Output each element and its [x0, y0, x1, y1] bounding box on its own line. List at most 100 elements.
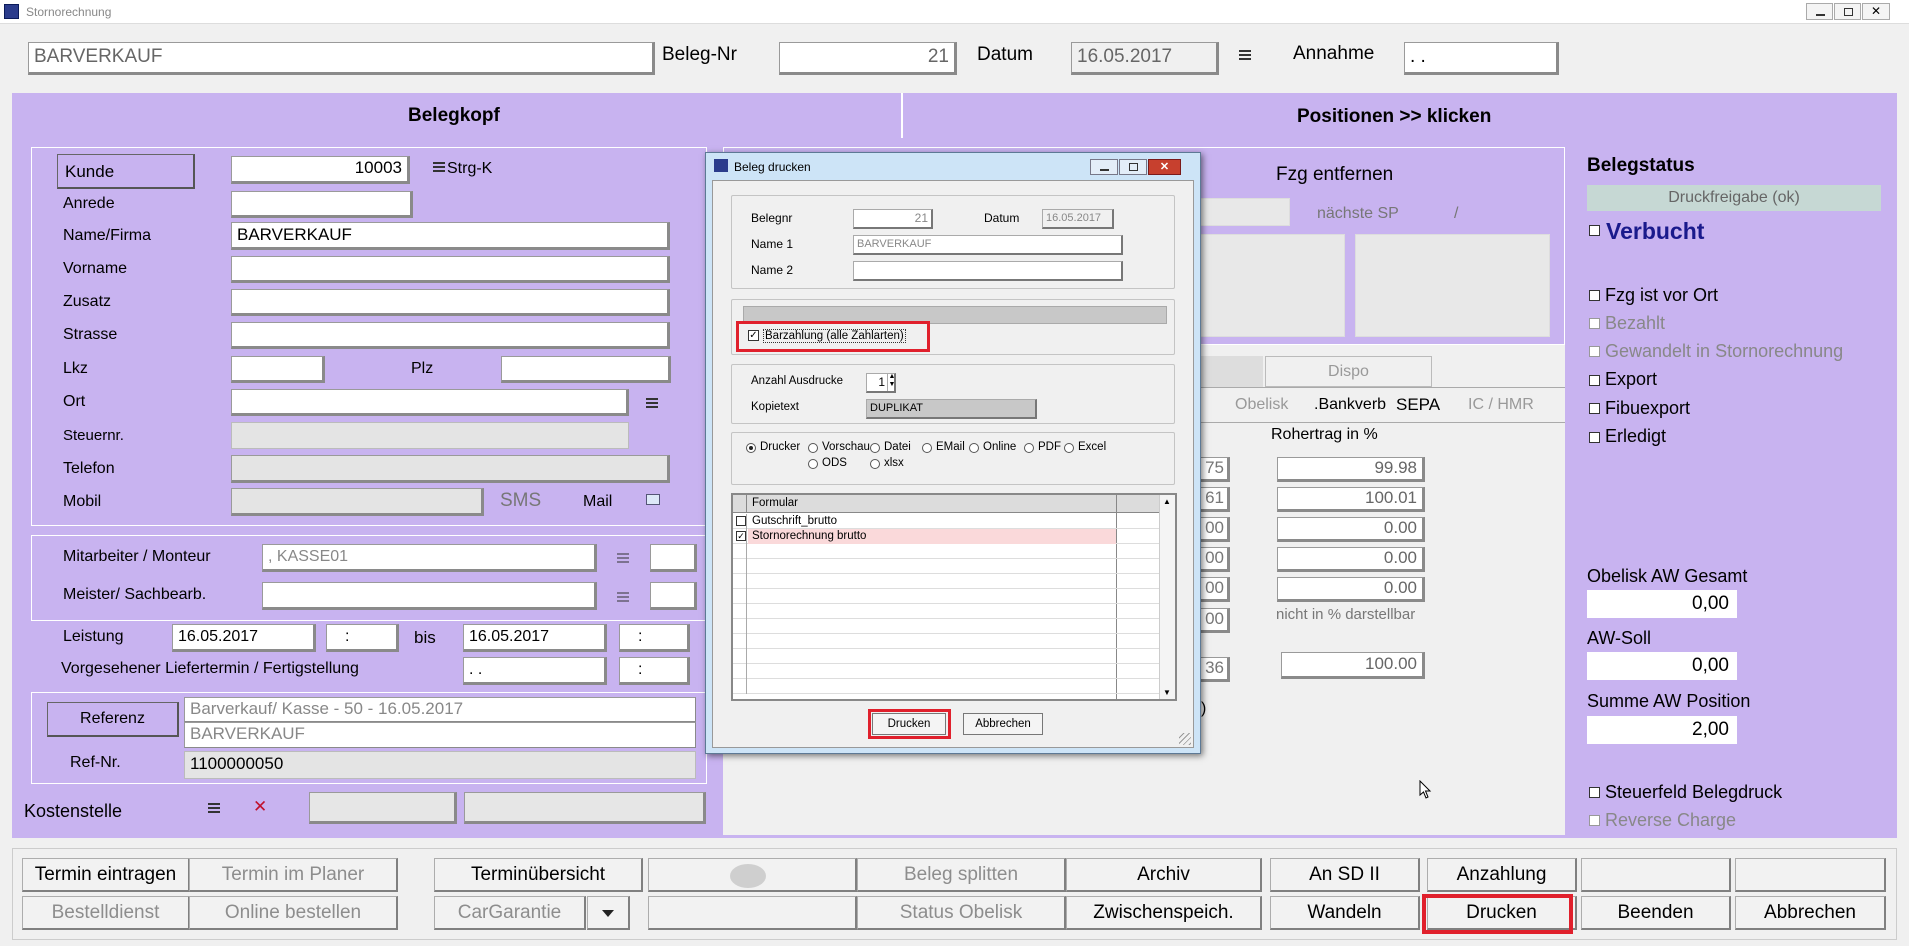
formular-checkbox[interactable]: ✓ [736, 531, 746, 541]
strg-k-menu-icon[interactable] [433, 162, 445, 172]
rohertrag-field[interactable]: 0.00 [1277, 547, 1425, 572]
liefertermin-time[interactable]: : [619, 657, 690, 685]
rohertrag-field[interactable]: 99.98 [1277, 457, 1425, 482]
output-radio-datei[interactable] [870, 443, 880, 453]
vehicle-field[interactable] [1190, 198, 1290, 226]
referenz-line2[interactable]: BARVERKAUF [184, 722, 696, 748]
output-radio-ods[interactable] [808, 459, 818, 469]
mitarbeiter-extra-field[interactable] [650, 544, 697, 572]
leistung-to-time[interactable]: : [619, 624, 690, 652]
formular-scrollbar[interactable]: ▲ ▼ [1159, 495, 1175, 699]
dialog-maximize-button[interactable] [1119, 159, 1147, 175]
bottom-button-r2-2[interactable]: CarGarantie [434, 896, 586, 930]
liefertermin-field[interactable]: . . [463, 657, 607, 685]
rohertrag-field[interactable]: 100.01 [1277, 487, 1425, 512]
fibuexport-checkbox[interactable] [1589, 403, 1600, 414]
bottom-button-r1-8[interactable] [1581, 858, 1731, 892]
bottom-button-r2-3[interactable] [648, 896, 857, 930]
steuerfeld-checkbox[interactable] [1589, 787, 1600, 798]
total-rohertrag-field[interactable]: 100.00 [1281, 652, 1425, 679]
formular-row[interactable] [733, 574, 1159, 589]
ort-field[interactable] [231, 389, 629, 416]
kostenstelle-menu-icon[interactable] [208, 803, 220, 813]
rohertrag-field[interactable]: 0.00 [1277, 577, 1425, 602]
bottom-button-r2-4[interactable]: Status Obelisk [857, 896, 1066, 930]
annahme-field[interactable]: . . [1404, 42, 1559, 75]
output-radio-pdf[interactable] [1024, 443, 1034, 453]
datum-menu-icon[interactable] [1239, 50, 1251, 60]
erledigt-checkbox[interactable] [1589, 432, 1600, 443]
rohertrag-field[interactable]: 0.00 [1277, 517, 1425, 542]
kunde-field[interactable]: 10003 [231, 156, 410, 184]
strasse-field[interactable] [231, 322, 670, 349]
bottom-button-r2-9[interactable]: Abbrechen [1735, 896, 1886, 930]
dlg-datum-field[interactable]: 16.05.2017 [1042, 209, 1114, 229]
leistung-to-field[interactable]: 16.05.2017 [463, 624, 607, 652]
kostenstelle-field[interactable] [309, 792, 457, 824]
lkz-field[interactable] [231, 356, 325, 383]
verbucht-checkbox[interactable] [1589, 225, 1600, 236]
gewandelt-checkbox[interactable] [1589, 346, 1600, 357]
output-radio-vorschau[interactable] [808, 443, 818, 453]
referenz-line1[interactable]: Barverkauf/ Kasse - 50 - 16.05.2017 [184, 697, 696, 722]
kopietext-field[interactable]: DUPLIKAT [866, 399, 1037, 419]
formular-row[interactable] [733, 559, 1159, 574]
tab-ic-hmr[interactable]: IC / HMR [1468, 396, 1534, 414]
bottom-button-r1-5[interactable]: Archiv [1066, 858, 1262, 892]
mail-icon[interactable] [646, 494, 660, 505]
bottom-button-r2-5[interactable]: Zwischenspeich. [1066, 896, 1262, 930]
fzg-vor-ort-checkbox[interactable] [1589, 290, 1600, 301]
meister-menu-icon[interactable] [617, 592, 629, 602]
leistung-from-time[interactable]: : [326, 624, 399, 652]
cargarantie-dropdown-button[interactable] [587, 896, 630, 930]
vorname-field[interactable] [231, 256, 670, 283]
tab-belegkopf[interactable]: Belegkopf [408, 105, 500, 127]
close-button[interactable]: ✕ [1862, 3, 1890, 20]
steuernr-field[interactable] [231, 422, 629, 449]
bottom-button-r1-2[interactable]: Terminübersicht [434, 858, 643, 892]
formular-row[interactable] [733, 619, 1159, 634]
ort-menu-icon[interactable] [646, 398, 658, 408]
dlg-name2-field[interactable] [853, 261, 1123, 281]
output-radio-online[interactable] [969, 443, 979, 453]
sms-link[interactable]: SMS [500, 490, 541, 512]
bezahlt-checkbox[interactable] [1589, 318, 1600, 329]
dialog-minimize-button[interactable] [1090, 159, 1118, 175]
bottom-button-r1-9[interactable] [1735, 858, 1886, 892]
output-radio-email[interactable] [922, 443, 932, 453]
formular-checkbox[interactable] [736, 516, 746, 526]
beleg-nr-field[interactable]: 21 [779, 42, 957, 75]
tab-bankverb[interactable]: .Bankverb [1314, 396, 1386, 414]
mobil-field[interactable] [231, 488, 484, 516]
kunde-button[interactable]: Kunde [57, 154, 195, 189]
dlg-name1-field[interactable]: BARVERKAUF [853, 235, 1123, 255]
tab-positionen[interactable]: Positionen >> klicken [1297, 106, 1491, 128]
bottom-button-r1-1[interactable]: Termin im Planer [189, 858, 398, 892]
bottom-button-r2-0[interactable]: Bestelldienst [22, 896, 190, 930]
refnr-field[interactable]: 1100000050 [184, 751, 696, 779]
plz-field[interactable] [501, 356, 671, 383]
mitarbeiter-field[interactable]: , KASSE01 [262, 544, 597, 572]
formular-row[interactable] [733, 634, 1159, 649]
output-radio-xlsx[interactable] [870, 459, 880, 469]
bottom-button-r1-0[interactable]: Termin eintragen [22, 858, 190, 892]
customer-name-header[interactable]: BARVERKAUF [28, 42, 655, 75]
dlg-abbrechen-button[interactable]: Abbrechen [963, 713, 1043, 735]
tab-sepa[interactable]: SEPA [1396, 395, 1440, 415]
restore-button[interactable] [1834, 3, 1861, 20]
output-radio-excel[interactable] [1064, 443, 1074, 453]
output-radio-drucker[interactable] [746, 443, 756, 453]
formular-row[interactable] [733, 679, 1159, 694]
bottom-button-r2-8[interactable]: Beenden [1581, 896, 1731, 930]
mitarbeiter-menu-icon[interactable] [617, 553, 629, 563]
referenz-button[interactable]: Referenz [47, 702, 179, 737]
leistung-from-field[interactable]: 16.05.2017 [172, 624, 316, 652]
reverse-charge-checkbox[interactable] [1589, 815, 1600, 826]
formular-row[interactable] [733, 589, 1159, 604]
tab-dispo[interactable]: Dispo [1265, 356, 1432, 387]
bottom-button-r2-6[interactable]: Wandeln [1270, 896, 1420, 930]
datum-field[interactable]: 16.05.2017 [1071, 42, 1219, 75]
meister-extra-field[interactable] [650, 582, 697, 610]
name-firma-field[interactable]: BARVERKAUF [231, 222, 670, 250]
formular-row[interactable] [733, 664, 1159, 679]
